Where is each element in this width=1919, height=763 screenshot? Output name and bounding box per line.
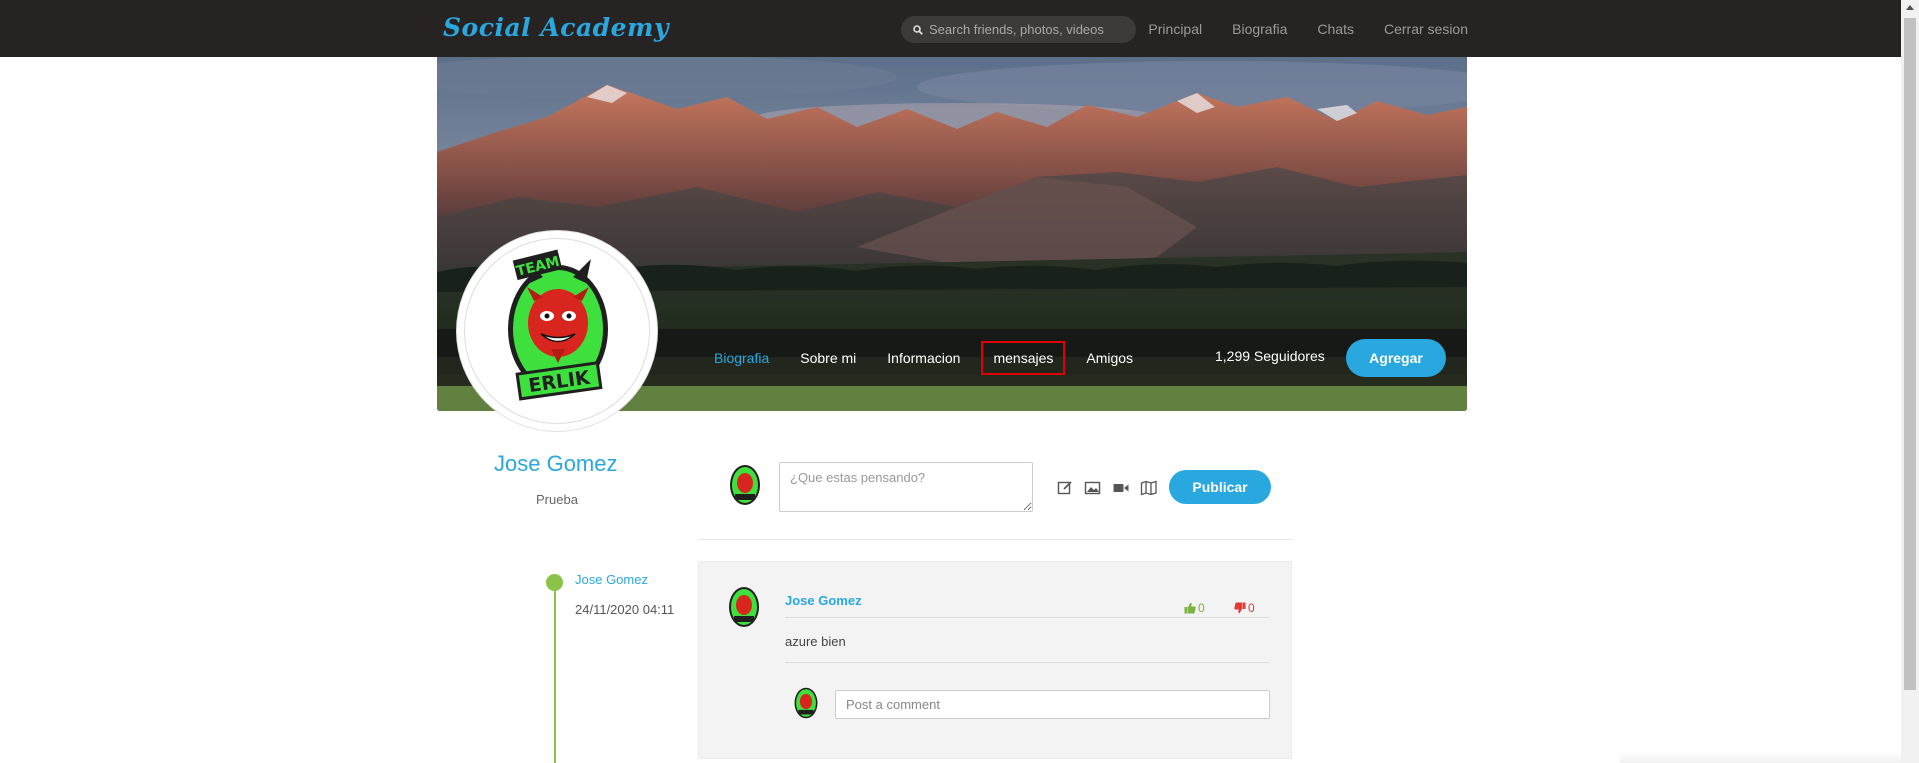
nav-link-principal[interactable]: Principal [1148, 21, 1202, 37]
like-count: 0 [1198, 601, 1205, 615]
composer-avatar-icon [730, 465, 760, 505]
divider [785, 662, 1269, 663]
top-navbar: Social Academy Principal Biografia Chats… [0, 0, 1901, 57]
team-erlik-logo-icon: TEAM ERLIK [508, 249, 608, 401]
tab-amigos[interactable]: Amigos [1086, 350, 1133, 366]
composer-tools [1056, 479, 1158, 497]
video-icon[interactable] [1112, 479, 1130, 497]
page-shadow [1620, 752, 1901, 763]
timeline-dot [546, 574, 563, 591]
search-icon [913, 24, 923, 35]
dislike-count: 0 [1248, 601, 1255, 615]
nav-link-biografia[interactable]: Biografia [1232, 21, 1287, 37]
post-author-avatar-icon[interactable] [727, 586, 761, 628]
scrollbar-thumb[interactable] [1904, 18, 1916, 690]
timeline-date: 24/11/2020 04:11 [575, 602, 675, 617]
brand-logo[interactable]: Social Academy [443, 13, 669, 42]
search-input[interactable] [929, 22, 1119, 37]
divider [785, 617, 1269, 618]
post-composer-input[interactable] [779, 462, 1033, 512]
image-icon[interactable] [1084, 479, 1102, 497]
timeline-author[interactable]: Jose Gomez [575, 572, 648, 587]
nav-link-chats[interactable]: Chats [1317, 21, 1354, 37]
post-card: Jose Gomez 0 0 azure bien [698, 561, 1292, 759]
like-button[interactable]: 0 [1184, 601, 1205, 615]
thumbs-up-icon [1184, 602, 1196, 614]
page-scrollbar[interactable] [1901, 0, 1919, 763]
profile-tabs: Biografia Sobre mi Informacion mensajes … [714, 329, 1164, 386]
timeline-line [554, 583, 556, 763]
divider [698, 539, 1292, 540]
edit-icon[interactable] [1056, 479, 1074, 497]
publish-button[interactable]: Publicar [1169, 470, 1271, 504]
post-author-name[interactable]: Jose Gomez [785, 593, 862, 608]
post-body: azure bien [785, 634, 846, 649]
thumbs-down-icon [1234, 602, 1246, 614]
comment-input[interactable] [835, 690, 1270, 719]
add-friend-button[interactable]: Agregar [1346, 339, 1446, 377]
nav-links: Principal Biografia Chats Cerrar sesion [1148, 21, 1468, 37]
map-icon[interactable] [1140, 479, 1158, 497]
followers-count[interactable]: 1,299 Seguidores [1215, 348, 1325, 364]
scroll-up-arrow-icon[interactable] [1906, 5, 1914, 10]
profile-avatar[interactable]: TEAM ERLIK [456, 230, 658, 432]
profile-subtitle: Prueba [536, 492, 578, 507]
search-box[interactable] [901, 16, 1136, 43]
comment-avatar-icon [794, 687, 818, 719]
tab-informacion[interactable]: Informacion [887, 350, 960, 366]
tab-biografia[interactable]: Biografia [714, 350, 769, 366]
nav-link-logout[interactable]: Cerrar sesion [1384, 21, 1468, 37]
profile-name[interactable]: Jose Gomez [494, 451, 618, 477]
tab-sobre-mi[interactable]: Sobre mi [800, 350, 856, 366]
dislike-button[interactable]: 0 [1234, 601, 1255, 615]
tab-mensajes[interactable]: mensajes [981, 340, 1066, 375]
